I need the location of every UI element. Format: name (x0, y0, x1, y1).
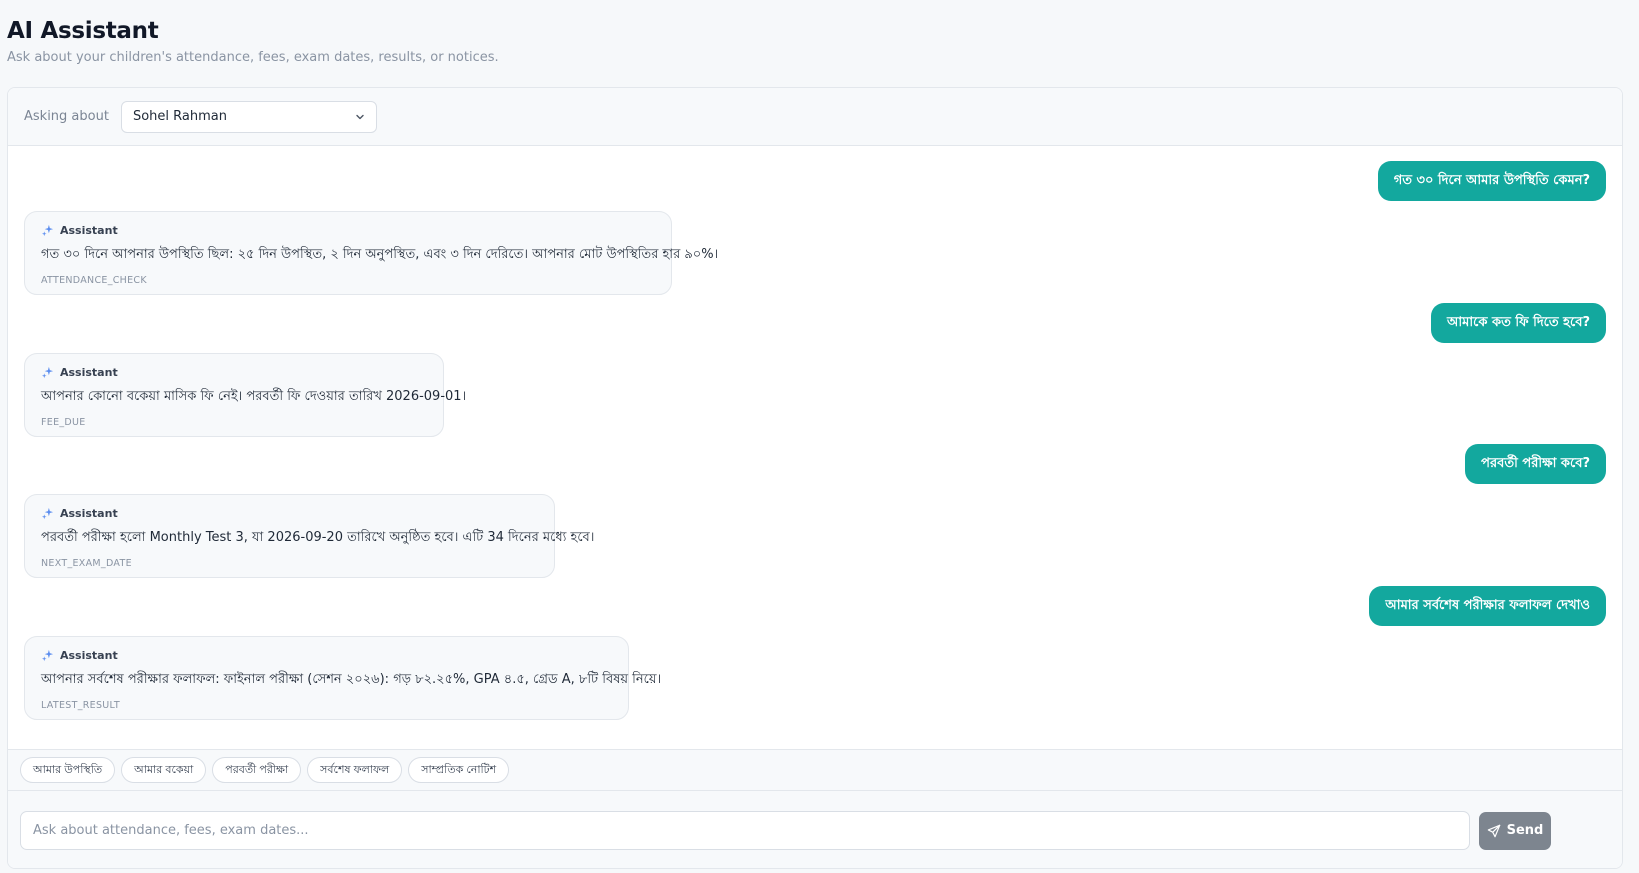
asking-about-label: Asking about (24, 109, 109, 124)
chevron-down-icon (356, 114, 364, 119)
quick-reply-dues[interactable]: আমার বকেয়া (121, 757, 207, 783)
chat-input[interactable] (20, 811, 1470, 850)
composer: Send (8, 791, 1622, 868)
chat-card: Asking about Sohel Rahman গত ৩০ দিনে আমা… (7, 87, 1623, 869)
send-button[interactable]: Send (1479, 811, 1551, 850)
intent-tag: NEXT_EXAM_DATE (41, 558, 132, 569)
sparkle-icon (41, 366, 54, 379)
quick-reply-bar: আমার উপস্থিতি আমার বকেয়া পরবর্তী পরীক্ষ… (8, 749, 1622, 791)
student-select[interactable]: Sohel Rahman (120, 100, 377, 133)
send-label: Send (1506, 823, 1544, 838)
assistant-name: Assistant (60, 366, 118, 379)
assistant-name: Assistant (60, 649, 118, 662)
student-select-value: Sohel Rahman (132, 109, 227, 124)
user-message: পরবর্তী পরীক্ষা কবে? (1465, 444, 1606, 484)
intent-tag: FEE_DUE (41, 417, 86, 428)
user-message: গত ৩০ দিনে আমার উপস্থিতি কেমন? (1377, 161, 1606, 201)
quick-reply-recent-notice[interactable]: সাম্প্রতিক নোটিশ (408, 757, 510, 783)
assistant-header: Assistant (41, 507, 538, 520)
student-selector-bar: Asking about Sohel Rahman (8, 88, 1622, 146)
quick-reply-next-exam[interactable]: পরবর্তী পরীক্ষা (212, 757, 302, 783)
user-message: আমার সর্বশেষ পরীক্ষার ফলাফল দেখাও (1369, 586, 1606, 626)
sparkle-icon (41, 507, 54, 520)
intent-tag: ATTENDANCE_CHECK (41, 275, 147, 286)
assistant-message: Assistant আপনার সর্বশেষ পরীক্ষার ফলাফল: … (24, 636, 662, 720)
assistant-text: পরবর্তী পরীক্ষা হলো Monthly Test 3, যা 2… (41, 530, 595, 545)
sparkle-icon (41, 649, 54, 662)
assistant-text: আপনার কোনো বকেয়া মাসিক ফি নেই। পরবর্তী … (41, 389, 467, 404)
assistant-name: Assistant (60, 224, 118, 237)
page-title: AI Assistant (7, 18, 159, 44)
page-subtitle: Ask about your children's attendance, fe… (7, 50, 499, 65)
intent-tag: LATEST_RESULT (41, 700, 120, 711)
assistant-name: Assistant (60, 507, 118, 520)
assistant-text: গত ৩০ দিনে আপনার উপস্থিতি ছিল: ২৫ দিন উপ… (41, 247, 719, 262)
assistant-header: Assistant (41, 366, 427, 379)
send-icon (1487, 824, 1500, 837)
sparkle-icon (41, 224, 54, 237)
quick-reply-attendance[interactable]: আমার উপস্থিতি (20, 757, 116, 783)
page-header: AI Assistant Ask about your children's a… (7, 18, 499, 65)
assistant-message: Assistant গত ৩০ দিনে আপনার উপস্থিতি ছিল:… (24, 211, 719, 295)
assistant-header: Assistant (41, 649, 612, 662)
assistant-text: আপনার সর্বশেষ পরীক্ষার ফলাফল: ফাইনাল পরী… (41, 672, 662, 687)
assistant-message: Assistant পরবর্তী পরীক্ষা হলো Monthly Te… (24, 494, 595, 578)
quick-reply-latest-result[interactable]: সর্বশেষ ফলাফল (307, 757, 403, 783)
message-list[interactable]: গত ৩০ দিনে আমার উপস্থিতি কেমন? Assistant… (8, 146, 1622, 749)
user-message: আমাকে কত ফি দিতে হবে? (1431, 303, 1606, 343)
assistant-message: Assistant আপনার কোনো বকেয়া মাসিক ফি নেই… (24, 353, 467, 437)
assistant-header: Assistant (41, 224, 655, 237)
